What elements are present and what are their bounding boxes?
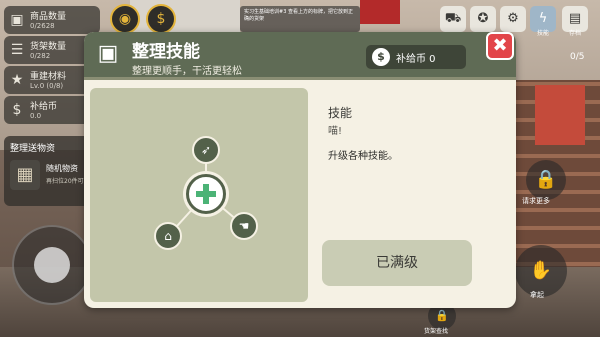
request-more-caption: 请求更多 xyxy=(522,197,550,205)
lock-icon: 🔒 xyxy=(435,309,449,322)
badge-button[interactable]: ✪ xyxy=(470,6,496,32)
save-caption: 存档 xyxy=(568,30,581,37)
box-icon: ▣ xyxy=(10,12,24,28)
car-icon: ⛟ xyxy=(444,11,462,26)
coin-icon: $ xyxy=(156,11,166,27)
stat-value: 0/2628 xyxy=(30,22,55,30)
skill-node-hand[interactable]: ☚ xyxy=(230,212,258,240)
restock-title: 整理送物资 xyxy=(10,144,56,154)
skill-flavor-text: 喵! xyxy=(328,126,343,137)
stat-label: 货架数量 xyxy=(30,42,67,52)
vehicle-button[interactable]: ⛟ xyxy=(440,6,466,32)
dollar-icon: $ xyxy=(372,48,390,66)
stat-value: Lv.0 (0/8) xyxy=(30,82,64,90)
skills-caption: 技能 xyxy=(536,30,549,37)
task-counter: 0/5 xyxy=(570,52,585,62)
skill-node-root[interactable] xyxy=(186,174,226,214)
lightning-icon: ϟ xyxy=(538,11,548,26)
dollar-icon: $ xyxy=(12,102,22,118)
max-level-button[interactable]: 已满级 xyxy=(322,240,472,286)
fire-extinguisher-box xyxy=(360,0,400,24)
movement-joystick[interactable] xyxy=(12,225,92,305)
request-more-button[interactable]: 🔒 xyxy=(526,160,566,200)
supply-box-icon: ▦ xyxy=(10,160,40,190)
restock-item-sub: 再扫位20件可 xyxy=(46,178,84,185)
save-icon: ▤ xyxy=(568,11,582,26)
shelf-find-caption: 货架查找 xyxy=(424,328,449,335)
skill-tree-panel: ➶ ⌂ ☚ xyxy=(90,88,308,302)
coins-icon: ◉ xyxy=(118,11,132,27)
supply-coin-balance: $ 补给币 0 xyxy=(366,45,466,69)
stat-value: 0/282 xyxy=(30,52,51,60)
skill-description: 升级各种技能。 xyxy=(328,151,398,162)
hand-icon: ☚ xyxy=(238,219,250,233)
gear-icon: ⚙ xyxy=(507,11,519,26)
skills-modal: ▣ 整理技能 整理更顺手，干活更轻松 $ 补给币 0 ✖ ➶ ⌂ ☚ 技能 喵!… xyxy=(84,32,516,308)
modal-subtitle: 整理更顺手，干活更轻松 xyxy=(132,66,242,77)
coins-stack-button[interactable]: ◉ xyxy=(110,4,140,34)
running-icon: ➶ xyxy=(200,143,212,157)
close-button[interactable]: ✖ xyxy=(486,32,514,60)
stat-label: 重建材料 xyxy=(30,72,67,82)
store-poster xyxy=(535,85,585,145)
settings-button[interactable]: ⚙ xyxy=(500,6,526,32)
stat-label: 补给币 xyxy=(30,102,58,112)
coin-timer-button[interactable]: $ xyxy=(146,4,176,34)
skill-node-speed[interactable]: ➶ xyxy=(192,136,220,164)
hand-icon: ✋ xyxy=(529,260,553,281)
modal-title: 整理技能 xyxy=(132,42,200,62)
skill-node-store[interactable]: ⌂ xyxy=(154,222,182,250)
modal-header: ▣ 整理技能 整理更顺手，干活更轻松 $ 补给币 0 xyxy=(84,32,516,80)
stat-value: 0.0 xyxy=(30,112,42,120)
medical-cross-icon xyxy=(196,184,216,204)
joystick-knob[interactable] xyxy=(34,247,70,283)
pickup-caption: 拿起 xyxy=(530,291,544,299)
stat-label: 商品数量 xyxy=(30,12,67,22)
lock-icon: 🔒 xyxy=(534,169,558,190)
box-icon: ▣ xyxy=(97,41,119,66)
badge-icon: ✪ xyxy=(477,11,489,26)
skill-name: 技能 xyxy=(328,106,353,120)
star-icon: ★ xyxy=(10,72,24,88)
coin-balance-label: 补给币 0 xyxy=(396,54,436,65)
tutorial-tip: 实习生基础培训#3 查看上方的标牌，把它放到正确的货架 xyxy=(240,6,360,32)
store-icon: ⌂ xyxy=(164,229,172,243)
restock-item-name: 随机物资 xyxy=(46,164,78,173)
stat-goods-count: ▣ 商品数量 0/2628 xyxy=(4,6,100,34)
shelf-icon: ☰ xyxy=(10,42,24,58)
